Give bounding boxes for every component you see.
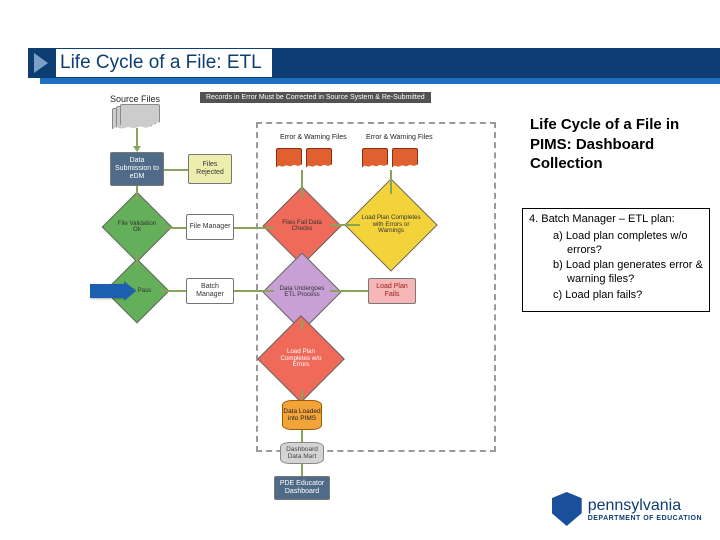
arrow bbox=[301, 390, 303, 400]
arrow bbox=[301, 430, 303, 442]
error-records-banner: Records in Error Must be Corrected in So… bbox=[200, 92, 431, 103]
node-loadplan-errwarn: Load Plan Completes with Errors or Warni… bbox=[358, 192, 424, 258]
arrow bbox=[301, 170, 303, 198]
node-loadplan-fails: Load Plan Fails bbox=[368, 278, 416, 304]
arrow bbox=[330, 290, 368, 292]
arrow bbox=[234, 290, 274, 292]
logo-subline: DEPARTMENT OF EDUCATION bbox=[588, 515, 702, 522]
arrow bbox=[162, 227, 186, 229]
slide-title: Life Cycle of a File: ETL bbox=[56, 49, 272, 77]
node-file-validation-ok-label: File Validation Ok bbox=[115, 221, 160, 234]
node-data-loaded-pims: Data Loaded into PIMS bbox=[282, 400, 322, 430]
node-files-rejected: Files Rejected bbox=[188, 154, 232, 184]
arrow bbox=[136, 186, 138, 202]
arrow bbox=[136, 128, 138, 148]
node-loadplan-noerr-label: Load Plan Completes w/o Errors bbox=[273, 349, 329, 369]
node-data-submission: Data Submission to eDM bbox=[110, 152, 164, 186]
callout-arrow-icon bbox=[90, 284, 126, 298]
arrow bbox=[390, 170, 392, 194]
arrow bbox=[301, 464, 303, 476]
node-batch-manager: Batch Manager bbox=[186, 278, 234, 304]
flowchart: Source Files Records in Error Must be Co… bbox=[70, 92, 500, 492]
arrow bbox=[160, 290, 186, 292]
title-underbar bbox=[40, 78, 720, 84]
side-note-title: 4. Batch Manager – ETL plan: bbox=[529, 213, 703, 227]
node-file-validation-ok: File Validation Ok bbox=[112, 202, 162, 252]
node-pde-dashboard: PDE Educator Dashboard bbox=[274, 476, 330, 500]
side-note-item-b: b) Load plan generates error & warning f… bbox=[553, 259, 703, 287]
node-etl-process: Data Undergoes ETL Process bbox=[274, 264, 330, 320]
arrow bbox=[234, 227, 274, 229]
side-note-item-c: c) Load plan fails? bbox=[553, 289, 703, 303]
node-files-fail-checks: Files Fail Data Checks bbox=[274, 198, 330, 254]
side-heading: Life Cycle of a File in PIMS: Dashboard … bbox=[530, 115, 700, 174]
slide-title-bar: Life Cycle of a File: ETL bbox=[28, 48, 720, 78]
arrow bbox=[330, 224, 360, 226]
side-note-box: 4. Batch Manager – ETL plan: a) Load pla… bbox=[522, 208, 710, 312]
logo-text: pennsylvania DEPARTMENT OF EDUCATION bbox=[588, 497, 702, 522]
arrow bbox=[301, 320, 303, 330]
title-arrow-icon bbox=[34, 53, 48, 73]
arrow bbox=[136, 252, 138, 268]
logo-wordmark: pennsylvania bbox=[588, 497, 702, 515]
node-loadplan-noerr: Load Plan Completes w/o Errors bbox=[270, 328, 332, 390]
node-file-manager: File Manager bbox=[186, 214, 234, 240]
source-files-label: Source Files bbox=[110, 94, 160, 104]
arrow bbox=[164, 169, 188, 171]
node-dashboard-data-mart: Dashboard Data Mart bbox=[280, 442, 324, 464]
node-etl-process-label: Data Undergoes ETL Process bbox=[277, 286, 327, 299]
node-loadplan-errwarn-label: Load Plan Completes with Errors or Warni… bbox=[361, 215, 420, 235]
shield-icon bbox=[552, 492, 582, 526]
side-note-item-a: a) Load plan completes w/o errors? bbox=[553, 230, 703, 258]
node-files-fail-checks-label: Files Fail Data Checks bbox=[277, 220, 327, 233]
source-file-icon bbox=[120, 104, 160, 126]
pa-doe-logo: pennsylvania DEPARTMENT OF EDUCATION bbox=[552, 492, 702, 526]
